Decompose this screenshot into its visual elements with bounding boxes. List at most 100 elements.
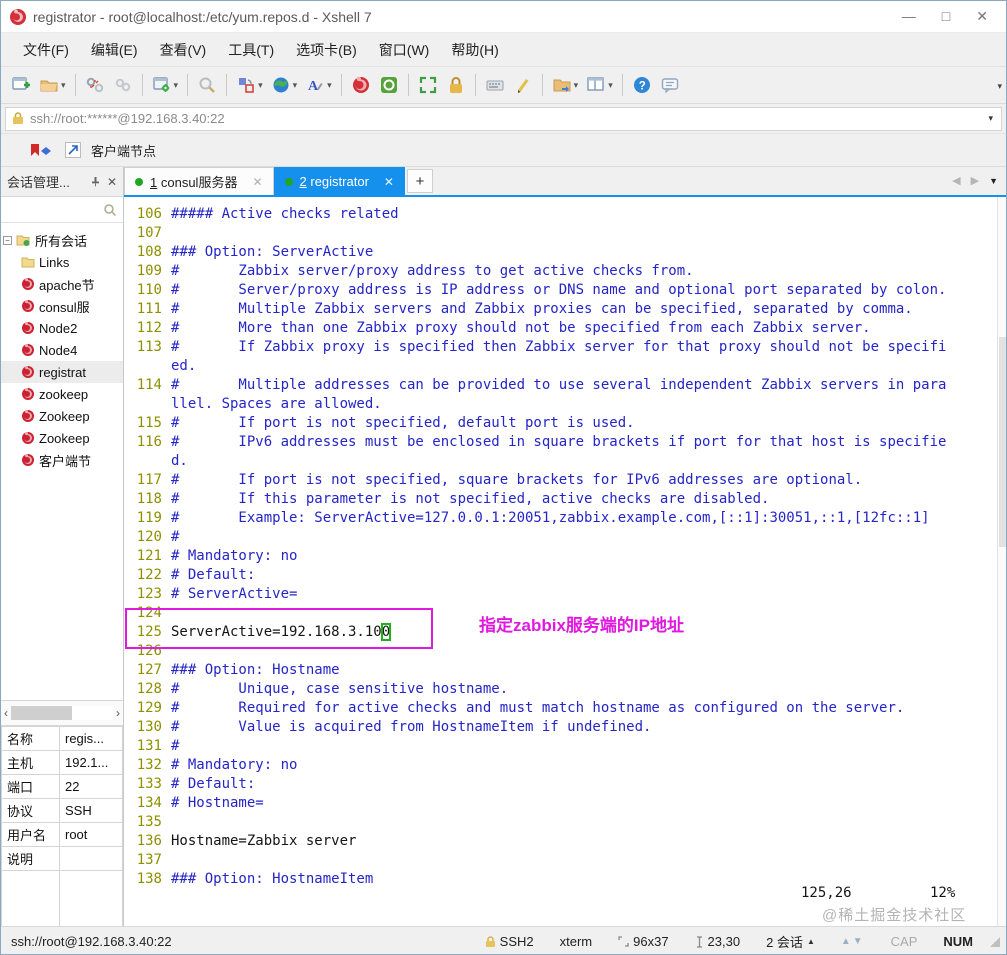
session-icon [21, 431, 35, 445]
dropdown-arrow-icon[interactable]: ▾ [574, 80, 579, 91]
terminal-line: 112 # More than one Zabbix proxy should n… [136, 320, 871, 336]
help-icon: ? [632, 75, 652, 95]
status-cursor-position[interactable]: 23,30 [695, 934, 740, 949]
session-tree-item-1[interactable]: Links [1, 251, 123, 273]
status-session-count[interactable]: 2 会话 ▲ [766, 932, 815, 951]
terminal-screen[interactable]: 106 ##### Active checks related 107 108 ### … [124, 197, 1006, 926]
property-value: regis... [59, 725, 123, 751]
menu-item-1[interactable]: 编辑(E) [81, 35, 148, 65]
terminal-scrollbar[interactable] [997, 197, 1006, 926]
xftp-icon [379, 75, 399, 95]
search-icon [104, 203, 117, 216]
disconnect-button[interactable] [82, 72, 108, 98]
dropdown-arrow-icon[interactable]: ▾ [293, 80, 298, 91]
toolbar-separator [407, 74, 409, 96]
new-tab-button[interactable]: + [406, 169, 433, 193]
tab-2[interactable]: 2 registrator ✕ [273, 167, 405, 195]
pin-icon[interactable] [90, 176, 101, 187]
find-button[interactable] [194, 72, 220, 98]
compose-button[interactable] [510, 72, 536, 98]
tab-list-dropdown-icon[interactable]: ▼ [989, 176, 998, 186]
xshell-button[interactable] [348, 72, 374, 98]
session-manager-header: 会话管理... ✕ [1, 167, 123, 197]
close-button[interactable]: ✕ [976, 8, 988, 25]
session-tree-item-10[interactable]: 客户端节 [1, 449, 123, 471]
tree-expander-icon[interactable]: − [3, 235, 12, 245]
lock-screen-button[interactable] [443, 72, 469, 98]
status-terminal-size[interactable]: 96x37 [618, 934, 669, 949]
help-button[interactable]: ? [629, 72, 655, 98]
tab-close-icon[interactable]: ✕ [252, 175, 262, 189]
session-label: Node4 [39, 342, 78, 358]
sidebar-horizontal-scrollbar[interactable]: ‹ › [1, 699, 123, 726]
session-properties-button[interactable]: ▾ [149, 72, 182, 98]
scroll-left-icon[interactable]: ‹ [4, 706, 8, 720]
property-row: 说明 [1, 845, 123, 871]
font-button[interactable]: A ▾ [302, 72, 335, 98]
scroll-right-icon[interactable]: › [116, 706, 120, 720]
terminal-line: 118 # If this parameter is not specified,… [136, 491, 770, 507]
session-label: 所有会话 [35, 233, 88, 249]
address-dropdown-icon[interactable]: ▾ [988, 113, 993, 124]
virtual-keyboard-button[interactable] [482, 72, 508, 98]
status-terminal-type[interactable]: xterm [560, 934, 593, 949]
toolbar-overflow-icon[interactable]: ▾ [997, 81, 1002, 92]
resize-grip[interactable] [990, 936, 1000, 947]
session-tree-item-3[interactable]: consul服 [1, 295, 123, 317]
menu-item-3[interactable]: 工具(T) [218, 35, 284, 65]
session-tree-item-5[interactable]: Node4 [1, 339, 123, 361]
new-session-button[interactable] [8, 72, 34, 98]
xshell-logo-icon [10, 8, 26, 25]
session-tree-item-4[interactable]: Node2 [1, 317, 123, 339]
fullscreen-button[interactable] [415, 72, 441, 98]
new-file-button[interactable]: ▾ [549, 72, 582, 98]
dropdown-arrow-icon[interactable]: ▾ [174, 80, 179, 91]
bookmark-item[interactable]: 客户端节点 [91, 141, 156, 160]
open-session-button[interactable]: ▾ [36, 72, 69, 98]
terminal-line: 106 ##### Active checks related [136, 206, 399, 222]
terminal-line: 131 # [136, 738, 180, 754]
bookmark-link-icon[interactable] [65, 142, 81, 158]
minimize-button[interactable]: — [902, 8, 916, 25]
property-key: 主机 [1, 749, 60, 775]
session-label: zookeep [39, 386, 89, 402]
encoding-button[interactable]: ▾ [268, 72, 301, 98]
session-tree-item-8[interactable]: Zookeep [1, 405, 123, 427]
tab-scroll-right-icon[interactable]: ▶ [971, 174, 979, 187]
session-tree-item-9[interactable]: Zookeep [1, 427, 123, 449]
status-protocol[interactable]: SSH2 [485, 934, 534, 949]
menu-item-5[interactable]: 窗口(W) [369, 35, 440, 65]
tab-close-icon[interactable]: ✕ [384, 175, 394, 189]
session-search-box[interactable] [1, 197, 123, 223]
dropdown-arrow-icon[interactable]: ▾ [61, 80, 66, 91]
address-input[interactable]: ssh://root:******@192.168.3.40:22 ▾ [5, 106, 1002, 131]
menu-item-6[interactable]: 帮助(H) [441, 35, 508, 65]
maximize-button[interactable]: □ [942, 8, 950, 25]
menu-item-2[interactable]: 查看(V) [150, 35, 217, 65]
xftp-button[interactable] [376, 72, 402, 98]
feedback-button[interactable] [657, 72, 683, 98]
dropdown-arrow-icon[interactable]: ▾ [258, 80, 263, 91]
scrollbar-thumb[interactable] [11, 705, 73, 720]
session-tree-item-7[interactable]: zookeep [1, 383, 123, 405]
session-icon [21, 453, 35, 467]
session-tree-item-0[interactable]: − 所有会话 [1, 229, 123, 251]
menu-item-4[interactable]: 选项卡(B) [286, 35, 367, 65]
menu-item-0[interactable]: 文件(F) [13, 35, 79, 65]
reconnect-button[interactable] [110, 72, 136, 98]
session-tree-item-6[interactable]: registrat [1, 361, 123, 383]
dropdown-arrow-icon[interactable]: ▾ [608, 80, 613, 91]
scroll-up-down-icons[interactable]: ▲▼ [841, 936, 865, 947]
session-tree-item-2[interactable]: apache节 [1, 273, 123, 295]
transfer-button[interactable]: ▾ [233, 72, 266, 98]
terminal-scrollbar-thumb[interactable] [999, 337, 1006, 547]
terminal-line: 109 # Zabbix server/proxy address to get … [136, 263, 694, 279]
toolbar: ▾ ▾ ▾ ▾ A ▾ ▾ ▾? ▾ [1, 67, 1006, 104]
watermark: @稀土掘金技术社区 [822, 907, 967, 924]
tab-1[interactable]: 1 consul服务器 ✕ [124, 167, 274, 195]
layout-button[interactable]: ▾ [583, 72, 616, 98]
panel-close-icon[interactable]: ✕ [107, 175, 117, 189]
tab-scroll-left-icon[interactable]: ◀ [952, 174, 960, 187]
dropdown-arrow-icon[interactable]: ▾ [327, 80, 332, 91]
terminal-column: 1 consul服务器 ✕ 2 registrator ✕ + ◀ ▶ ▼ 106 ###… [124, 167, 1006, 926]
